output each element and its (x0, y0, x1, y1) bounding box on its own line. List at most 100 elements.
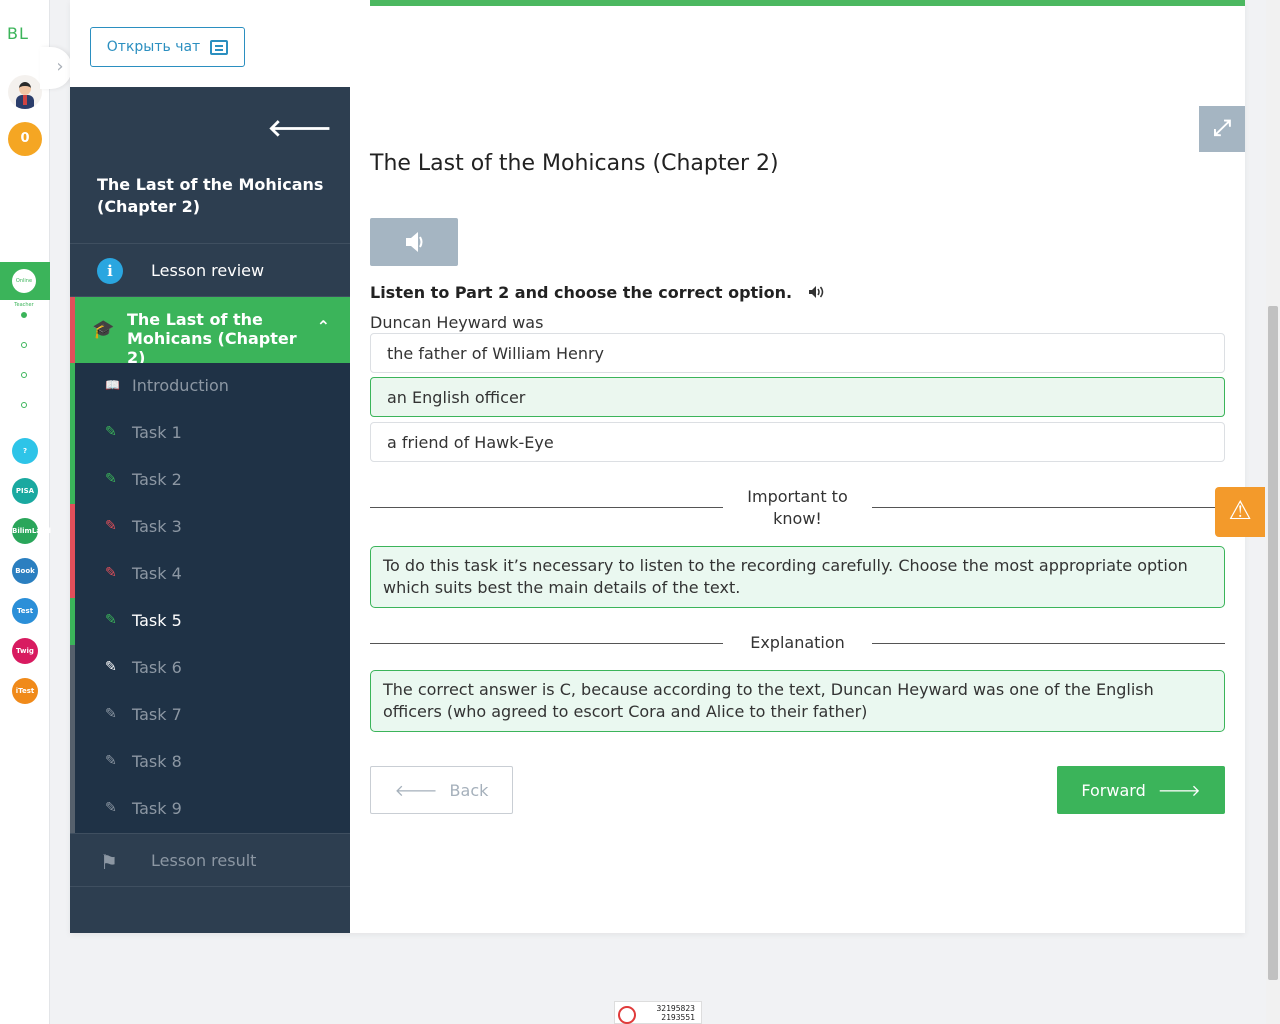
sidebar-item-task[interactable]: ✎ Task 6 (70, 645, 350, 692)
warning-icon: ⚠ (1228, 496, 1252, 526)
rail-dot-active[interactable] (21, 312, 27, 318)
chat-icon (210, 39, 229, 55)
sidebar-item-label: Task 2 (132, 470, 182, 489)
answer-option-selected[interactable]: an English officer (370, 377, 1225, 417)
option-text: a friend of Hawk-Eye (387, 433, 554, 452)
app-rail: BL 0 Online Teacher ? PISA BilimLand Book Te… (0, 0, 51, 1024)
arrow-right-icon: 🡒 (1157, 781, 1201, 800)
rail-dot[interactable] (21, 342, 27, 348)
rail-item-online-teacher[interactable]: Online Teacher (0, 262, 50, 308)
task-instruction: Listen to Part 2 and choose the correct … (370, 283, 826, 302)
app-test-icon[interactable]: Test (12, 598, 38, 624)
sidebar-item-label: Task 7 (132, 705, 182, 724)
option-text: an English officer (387, 388, 526, 407)
sidebar-item-label: Task 5 (132, 611, 182, 630)
rail-dot[interactable] (21, 372, 27, 378)
back-button[interactable]: 🡐 Back (370, 766, 513, 814)
page-title: The Last of the Mohicans (Chapter 2) (370, 151, 779, 176)
visit-counter[interactable]: 32195823 2193551 (614, 1001, 702, 1024)
sidebar-item-task[interactable]: 📖 Introduction (70, 363, 350, 410)
speaker-icon (406, 232, 423, 252)
sidebar-item-task[interactable]: ✎ Task 1 (70, 410, 350, 457)
scrollbar-thumb[interactable] (1268, 306, 1278, 980)
sidebar-item-task[interactable]: ✎ Task 7 (70, 692, 350, 739)
arrow-left-icon: 🡐 (394, 781, 438, 800)
sidebar-item-lesson-review[interactable]: i Lesson review (70, 243, 350, 297)
online-teacher-icon: Online Teacher (12, 269, 36, 308)
sidebar-item-chapter[interactable]: 🎓 The Last of the Mohicans (Chapter 2) ⌃ (70, 297, 350, 367)
counter-line: 2193551 (661, 1013, 695, 1022)
sidebar-title: The Last of the Mohicans (Chapter 2) (97, 175, 324, 216)
edit-icon: ✎ (105, 518, 117, 534)
sidebar-item-label: Lesson review (151, 261, 265, 280)
edit-icon: ✎ (105, 753, 117, 769)
forward-label: Forward (1081, 780, 1146, 800)
edit-icon: ✎ (105, 800, 117, 816)
answer-option[interactable]: a friend of Hawk-Eye (370, 422, 1225, 462)
app-twig-icon[interactable]: Twig (12, 638, 38, 664)
back-label: Back (449, 780, 489, 800)
divider (370, 643, 723, 644)
question-text: Duncan Heyward was (370, 313, 544, 332)
edit-icon: ✎ (105, 659, 117, 675)
chevron-right-icon: › (56, 56, 64, 77)
progress-bar (370, 0, 1245, 6)
chevron-up-icon: ⌃ (316, 317, 330, 336)
sidebar-item-task[interactable]: ✎ Task 8 (70, 739, 350, 786)
sidebar-item-task[interactable]: ✎ Task 2 (70, 457, 350, 504)
explanation-heading: Explanation (750, 633, 845, 652)
sidebar-item-lesson-result[interactable]: ⚑ Lesson result (70, 833, 350, 887)
open-chat-button[interactable]: Открыть чат (90, 27, 245, 67)
app-bilimbook-icon[interactable]: Book (12, 558, 38, 584)
sidebar-item-label: Task 4 (132, 564, 182, 583)
page-scrollbar[interactable] (1266, 0, 1280, 1024)
sidebar-item-label: Task 8 (132, 752, 182, 771)
sidebar-item-label: Task 9 (132, 799, 182, 818)
sidebar-item-label: Task 6 (132, 658, 182, 677)
explanation-note: The correct answer is C, because accordi… (370, 670, 1225, 732)
lesson-card: Открыть чат 🡐 The Last of the Mohicans (… (70, 0, 1245, 933)
edit-icon: ✎ (105, 565, 117, 581)
graduation-cap-icon: 🎓 (92, 319, 115, 340)
edit-icon: ✎ (105, 471, 117, 487)
important-heading: Important to know! (747, 487, 848, 528)
counter-logo-icon (618, 1006, 636, 1024)
flag-icon: ⚑ (100, 850, 118, 874)
sidebar-item-task[interactable]: ✎ Task 5 (70, 598, 350, 645)
sidebar-item-task[interactable]: ✎ Task 3 (70, 504, 350, 551)
coins-badge[interactable]: 0 (8, 122, 42, 156)
counter-values: 32195823 2193551 (653, 1004, 695, 1022)
open-chat-label: Открыть чат (106, 39, 201, 55)
collapse-arrow-icon[interactable]: 🡐 (268, 113, 332, 142)
expand-icon: ⤢ (1213, 116, 1231, 141)
answer-option[interactable]: the father of William Henry (370, 333, 1225, 373)
sidebar-item-label: Introduction (132, 376, 229, 395)
sidebar-item-label: Task 1 (132, 423, 182, 442)
sidebar-item-task[interactable]: ✎ Task 4 (70, 551, 350, 598)
app-pisa-icon[interactable]: PISA (12, 478, 38, 504)
brand-logo[interactable]: BL (7, 24, 29, 43)
fullscreen-button[interactable]: ⤢ (1199, 106, 1245, 152)
app-help-icon[interactable]: ? (12, 438, 38, 464)
task-list: 📖 Introduction ✎ Task 1 ✎ Task 2 ✎ Task 3 ✎ Task … (70, 363, 350, 833)
app-itest-icon[interactable]: iTest (12, 678, 38, 704)
edit-icon: ✎ (105, 424, 117, 440)
instruction-text: Listen to Part 2 and choose the correct … (370, 283, 793, 302)
sidebar-item-task[interactable]: ✎ Task 9 (70, 786, 350, 833)
important-note: To do this task it’s necessary to listen… (370, 546, 1225, 608)
avatar[interactable] (8, 75, 42, 109)
rail-dot[interactable] (21, 402, 27, 408)
forward-button[interactable]: Forward 🡒 (1057, 766, 1225, 814)
app-bilimland-icon[interactable]: BilimLand (12, 518, 51, 544)
edit-icon: ✎ (105, 612, 117, 628)
rail-expand-button[interactable]: › (40, 47, 72, 89)
divider (872, 643, 1225, 644)
book-icon: 📖 (105, 378, 120, 392)
edit-icon: ✎ (105, 706, 117, 722)
audio-play-button[interactable] (370, 218, 458, 266)
report-problem-button[interactable]: ⚠ (1215, 487, 1265, 537)
sidebar-item-label: Task 3 (132, 517, 182, 536)
speaker-icon[interactable] (808, 285, 826, 299)
divider (872, 507, 1225, 508)
sidebar-item-label: The Last of the Mohicans (Chapter 2) (127, 310, 297, 367)
